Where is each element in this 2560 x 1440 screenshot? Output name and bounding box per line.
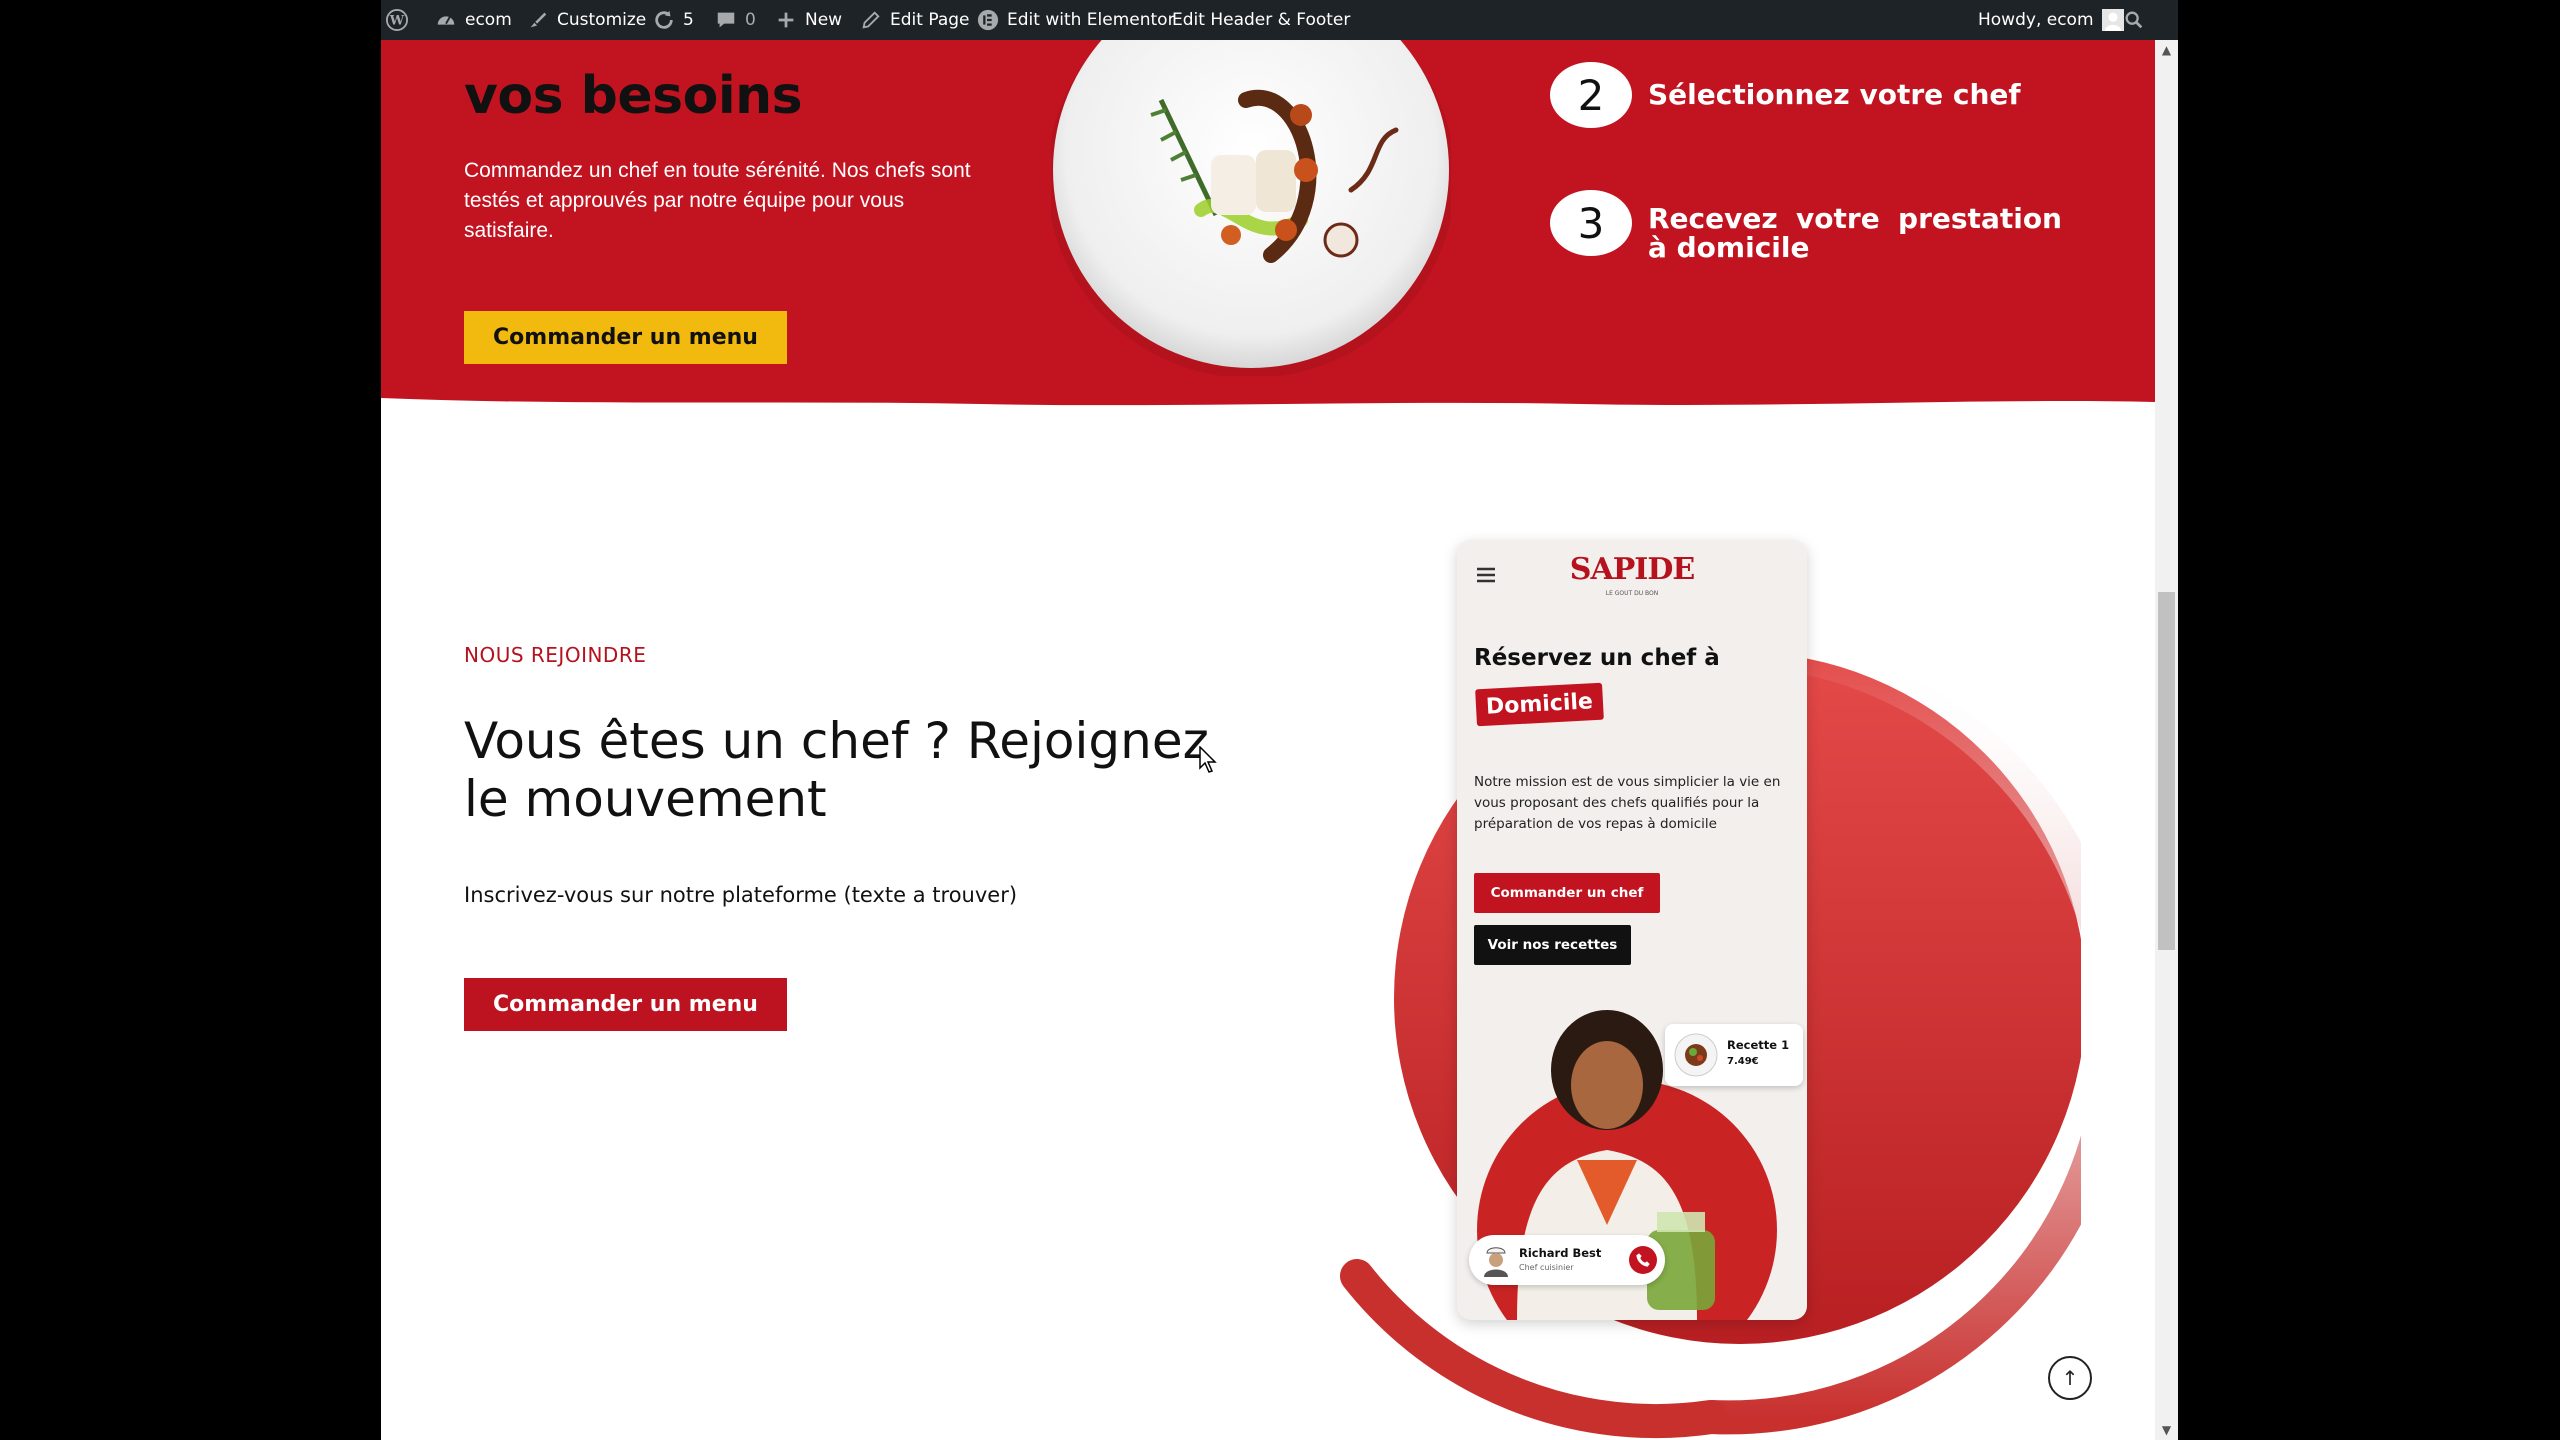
customize-label: Customize [557,10,647,30]
svg-text:W: W [389,14,405,29]
edit-page-link[interactable]: Edit Page [860,0,969,40]
edit-header-footer-link[interactable]: Edit Header & Footer [1172,0,1350,40]
scrollbar-thumb[interactable] [2158,592,2175,950]
admin-bar: W ecom Customize 5 0 New Edit Page Edit … [381,0,2178,40]
comments-count: 0 [745,10,756,30]
edit-page-label: Edit Page [890,10,970,30]
search-icon [2125,11,2143,29]
phone-domicile-badge: Domicile [1475,682,1604,727]
plus-icon [778,12,794,28]
recipe-name: Recette 1 [1727,1038,1790,1052]
chef-card: Richard Best Chef cuisinier [1469,1235,1665,1285]
pencil-icon [862,11,880,29]
back-to-top-button[interactable]: ↑ [2048,1356,2092,1400]
page-scrollbar[interactable]: ▲ ▼ [2155,40,2178,1440]
recipe-dish-icon [1674,1033,1718,1077]
chef-name: Richard Best [1519,1246,1602,1260]
site-name-menu[interactable]: ecom [435,0,512,40]
scroll-up-arrow-icon[interactable]: ▲ [2155,40,2178,60]
step-3-text: Recevez votre prestation à domicile [1648,202,2062,264]
dashboard-icon [437,16,455,25]
edit-elementor-link[interactable]: Edit with Elementor [977,0,1175,40]
my-account-menu[interactable]: Howdy, ecom [1978,0,2124,40]
refresh-icon [655,10,673,29]
wordpress-icon: W [386,9,408,31]
order-menu-button-join[interactable]: Commander un menu [464,978,787,1031]
wavy-divider [381,398,2155,412]
step-2: 2 Sélectionnez votre chef [1550,62,2021,128]
brush-icon [530,12,547,28]
comment-icon [717,12,735,28]
comments-link[interactable]: 0 [715,0,756,40]
howdy-label: Howdy, ecom [1978,10,2094,30]
step-2-number: 2 [1550,62,1632,128]
page-content: vos besoins Commandez un chef en toute s… [381,40,2155,1440]
mouse-cursor-icon [1199,746,1217,773]
phone-logo-tagline: LE GOUT DU BON [1605,590,1659,597]
arrow-up-icon: ↑ [2061,1366,2079,1390]
wp-logo-menu[interactable]: W [386,0,408,40]
section-eyebrow: NOUS REJOINDRE [464,643,647,667]
elementor-icon [977,9,999,31]
order-menu-button-hero[interactable]: Commander un menu [464,311,787,364]
updates-count: 5 [683,10,694,30]
site-name: ecom [465,10,512,30]
recipe-card: Recette 1 7.49€ [1665,1024,1803,1086]
phone-mission-text: Notre mission est de vous simplicier la … [1474,774,1781,832]
call-button[interactable] [1629,1246,1657,1274]
chef-avatar-icon [1484,1247,1508,1277]
updates-link[interactable]: 5 [653,0,694,40]
phone-icon [1636,1253,1650,1267]
step-2-text: Sélectionnez votre chef [1648,78,2021,111]
hero-description: Commandez un chef en toute sérénité. Nos… [464,159,971,242]
join-subtitle: Inscrivez-vous sur notre plateforme (tex… [464,883,1018,907]
step-3-number: 3 [1550,190,1632,256]
admin-search[interactable] [2123,0,2145,40]
avatar-icon [2101,9,2124,31]
new-content-menu[interactable]: New [775,0,842,40]
phone-headline: Réservez un chef à [1474,645,1720,671]
phone-logo: SAPIDE [1569,552,1695,587]
chef-role: Chef cuisinier [1519,1263,1574,1272]
edit-header-footer-label: Edit Header & Footer [1172,10,1351,30]
scroll-down-arrow-icon[interactable]: ▼ [2155,1420,2178,1440]
hero-section: vos besoins Commandez un chef en toute s… [381,40,2155,412]
recipe-price: 7.49€ [1727,1056,1759,1067]
customize-link[interactable]: Customize [527,0,646,40]
phone-order-chef-button[interactable]: Commander un chef [1474,873,1660,913]
phone-mockup: SAPIDE LE GOUT DU BON Réservez un chef à… [1457,540,1807,1320]
new-label: New [805,10,843,30]
plate-illustration [1051,40,1451,376]
edit-elementor-label: Edit with Elementor [1007,10,1175,30]
join-title: Vous êtes un chef ? Rejoignez le mouveme… [464,712,1209,828]
step-3: 3 Recevez votre prestation à domicile [1550,190,2062,262]
phone-recipes-button[interactable]: Voir nos recettes [1474,925,1631,965]
hero-title: vos besoins [464,66,803,126]
